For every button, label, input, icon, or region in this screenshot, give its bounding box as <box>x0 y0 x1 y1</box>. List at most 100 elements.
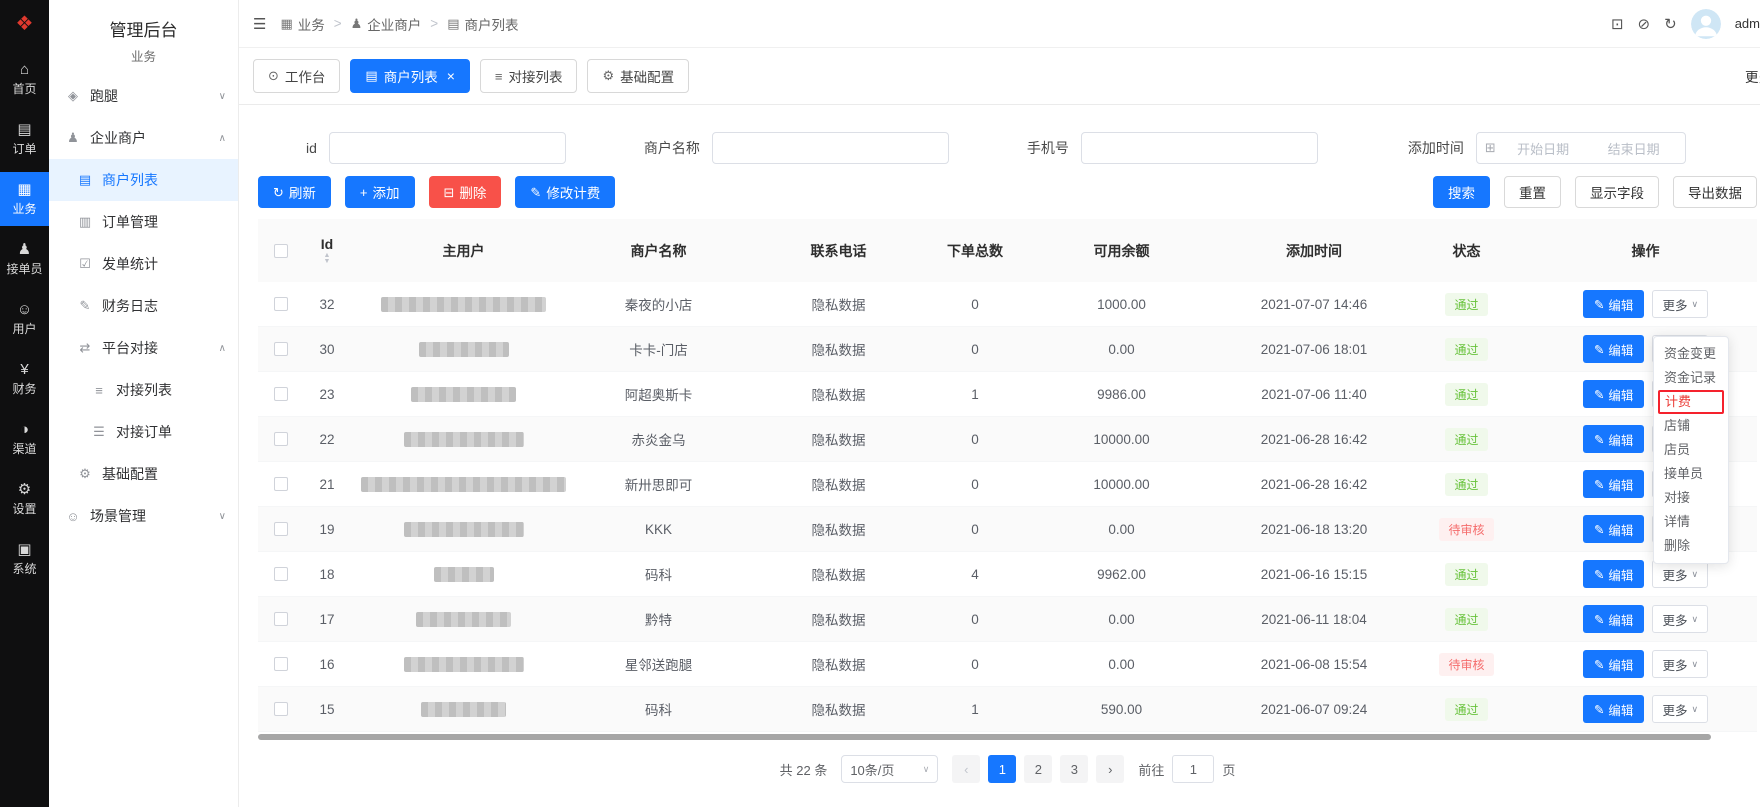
username[interactable]: adm <box>1735 16 1760 31</box>
edit-button[interactable]: ✎编辑 <box>1583 425 1645 453</box>
more-button[interactable]: 更多∨ <box>1652 290 1708 318</box>
show-fields-button[interactable]: 显示字段 <box>1575 176 1659 208</box>
edit-icon: ✎ <box>1594 702 1604 717</box>
forbid-icon[interactable]: ⊘ <box>1638 15 1651 33</box>
edit-button[interactable]: ✎编辑 <box>1583 695 1645 723</box>
refresh-icon[interactable]: ↻ <box>1664 15 1677 33</box>
sidebar-item-platform-docking[interactable]: ⇄平台对接∧ <box>49 327 238 369</box>
breadcrumb-item-merchant-list[interactable]: ▤商户列表 <box>447 14 518 34</box>
more-button[interactable]: 更多∨ <box>1652 695 1708 723</box>
row-checkbox[interactable] <box>274 477 288 491</box>
breadcrumb-item-business[interactable]: ▦业务 <box>280 14 324 34</box>
next-page-button[interactable]: › <box>1096 755 1124 783</box>
sidebar-item-errand[interactable]: ◈跑腿∨ <box>49 75 238 117</box>
sidebar-item-order-management[interactable]: ▥订单管理 <box>49 201 238 243</box>
edit-button[interactable]: ✎编辑 <box>1583 470 1645 498</box>
rail-item-home[interactable]: ⌂首页 <box>0 52 49 106</box>
dropdown-item-billing[interactable]: 计费 <box>1658 390 1724 414</box>
export-data-button[interactable]: 导出数据 <box>1673 176 1757 208</box>
rail-item-business[interactable]: ▦业务 <box>0 172 49 226</box>
goto-page-input[interactable] <box>1172 755 1214 783</box>
page-size-select[interactable]: 10条/页 ∨ <box>841 755 938 783</box>
row-checkbox[interactable] <box>274 522 288 536</box>
app-logo-icon[interactable]: ❖ <box>0 0 49 46</box>
column-header-id[interactable]: Id ▲▼ <box>303 236 351 265</box>
sort-desc-icon[interactable]: ▼ <box>324 259 331 265</box>
rail-item-orders[interactable]: ▤订单 <box>0 112 49 166</box>
sidebar-item-merchant-list[interactable]: ▤商户列表 <box>49 159 238 201</box>
row-actions-cell: ✎编辑更多∨ <box>1534 695 1757 723</box>
row-checkbox[interactable] <box>274 432 288 446</box>
add-button[interactable]: + 添加 <box>345 176 415 208</box>
id-filter-input[interactable] <box>329 132 566 164</box>
table-row: 17黔特隐私数据00.002021-06-11 18:04通过✎编辑更多∨ <box>258 597 1757 642</box>
page-button-3[interactable]: 3 <box>1060 755 1088 783</box>
tab-merchant-list[interactable]: ▤商户列表× <box>350 59 469 93</box>
dropdown-item-courier[interactable]: 接单员 <box>1654 462 1728 486</box>
breadcrumb-item-enterprise-merchant[interactable]: ♟企业商户 <box>351 14 422 34</box>
rail-item-channels[interactable]: ◑渠道 <box>0 412 49 466</box>
edit-button[interactable]: ✎编辑 <box>1583 335 1645 363</box>
dropdown-item-detail[interactable]: 详情 <box>1654 510 1728 534</box>
edit-button[interactable]: ✎编辑 <box>1583 290 1645 318</box>
dropdown-item-fund-change[interactable]: 资金变更 <box>1654 342 1728 366</box>
more-button[interactable]: 更多∨ <box>1652 650 1708 678</box>
merchant-name-filter-input[interactable] <box>712 132 949 164</box>
page-button-1[interactable]: 1 <box>988 755 1016 783</box>
tab-workbench[interactable]: ⊙工作台 <box>253 59 340 93</box>
sidebar-item-finance-log[interactable]: ✎财务日志 <box>49 285 238 327</box>
modify-billing-button[interactable]: ✎ 修改计费 <box>515 176 615 208</box>
row-checkbox[interactable] <box>274 702 288 716</box>
dropdown-item-docking[interactable]: 对接 <box>1654 486 1728 510</box>
close-icon[interactable]: × <box>447 68 455 84</box>
edit-button[interactable]: ✎编辑 <box>1583 605 1645 633</box>
menu-fold-icon[interactable]: ☰ <box>253 15 266 33</box>
tab-basic-config[interactable]: ⚙基础配置 <box>587 59 689 93</box>
rail-item-settings[interactable]: ⚙设置 <box>0 472 49 526</box>
tab-docking-list[interactable]: ≡对接列表 <box>480 59 578 93</box>
dropdown-item-shop[interactable]: 店铺 <box>1654 414 1728 438</box>
rail-item-couriers[interactable]: ♟接单员 <box>0 232 49 286</box>
phone-filter-input[interactable] <box>1081 132 1318 164</box>
refresh-button[interactable]: ↻ 刷新 <box>258 176 331 208</box>
sidebar-item-enterprise-merchant[interactable]: ♟企业商户∧ <box>49 117 238 159</box>
sidebar-item-docking-list[interactable]: ≡对接列表 <box>49 369 238 411</box>
rail-item-users[interactable]: ☺用户 <box>0 292 49 346</box>
row-checkbox[interactable] <box>274 567 288 581</box>
sort-icons[interactable]: ▲▼ <box>324 253 331 265</box>
delete-button[interactable]: ⊟ 删除 <box>429 176 502 208</box>
sidebar-item-basic-config[interactable]: ⚙基础配置 <box>49 453 238 495</box>
edit-button[interactable]: ✎编辑 <box>1583 380 1645 408</box>
sidebar-item-label: 平台对接 <box>102 338 158 358</box>
table-row: 16星邻送跑腿隐私数据00.002021-06-08 15:54待审核✎编辑更多… <box>258 642 1757 687</box>
sidebar-item-scene-management[interactable]: ☺场景管理∨ <box>49 495 238 537</box>
fullscreen-icon[interactable]: ⊡ <box>1611 15 1624 33</box>
dropdown-item-delete[interactable]: 删除 <box>1654 534 1728 558</box>
scrollbar-thumb[interactable] <box>258 734 1711 740</box>
rail-item-system[interactable]: ▣系统 <box>0 532 49 586</box>
row-checkbox[interactable] <box>274 297 288 311</box>
user-avatar[interactable] <box>1691 9 1721 39</box>
reset-button[interactable]: 重置 <box>1504 176 1561 208</box>
edit-button[interactable]: ✎编辑 <box>1583 650 1645 678</box>
search-button[interactable]: 搜索 <box>1433 176 1490 208</box>
row-checkbox[interactable] <box>274 342 288 356</box>
row-checkbox[interactable] <box>274 387 288 401</box>
edit-button[interactable]: ✎编辑 <box>1583 560 1645 588</box>
tabs-more-button[interactable]: 更多 <box>1745 66 1760 86</box>
dropdown-item-fund-record[interactable]: 资金记录 <box>1654 366 1728 390</box>
sidebar-item-dispatch-stats[interactable]: ☑发单统计 <box>49 243 238 285</box>
date-range-picker[interactable]: ⊞ 开始日期 结束日期 <box>1476 132 1686 164</box>
page-button-2[interactable]: 2 <box>1024 755 1052 783</box>
sidebar-item-docking-orders[interactable]: ☰对接订单 <box>49 411 238 453</box>
row-checkbox[interactable] <box>274 612 288 626</box>
sidebar-item-label: 跑腿 <box>90 86 118 106</box>
row-checkbox[interactable] <box>274 657 288 671</box>
edit-button[interactable]: ✎编辑 <box>1583 515 1645 543</box>
more-button[interactable]: 更多∨ <box>1652 605 1708 633</box>
select-all-checkbox[interactable] <box>274 244 288 258</box>
rail-item-finance[interactable]: ¥财务 <box>0 352 49 406</box>
more-button[interactable]: 更多∨ <box>1652 560 1708 588</box>
dropdown-item-clerk[interactable]: 店员 <box>1654 438 1728 462</box>
prev-page-button[interactable]: ‹ <box>952 755 980 783</box>
